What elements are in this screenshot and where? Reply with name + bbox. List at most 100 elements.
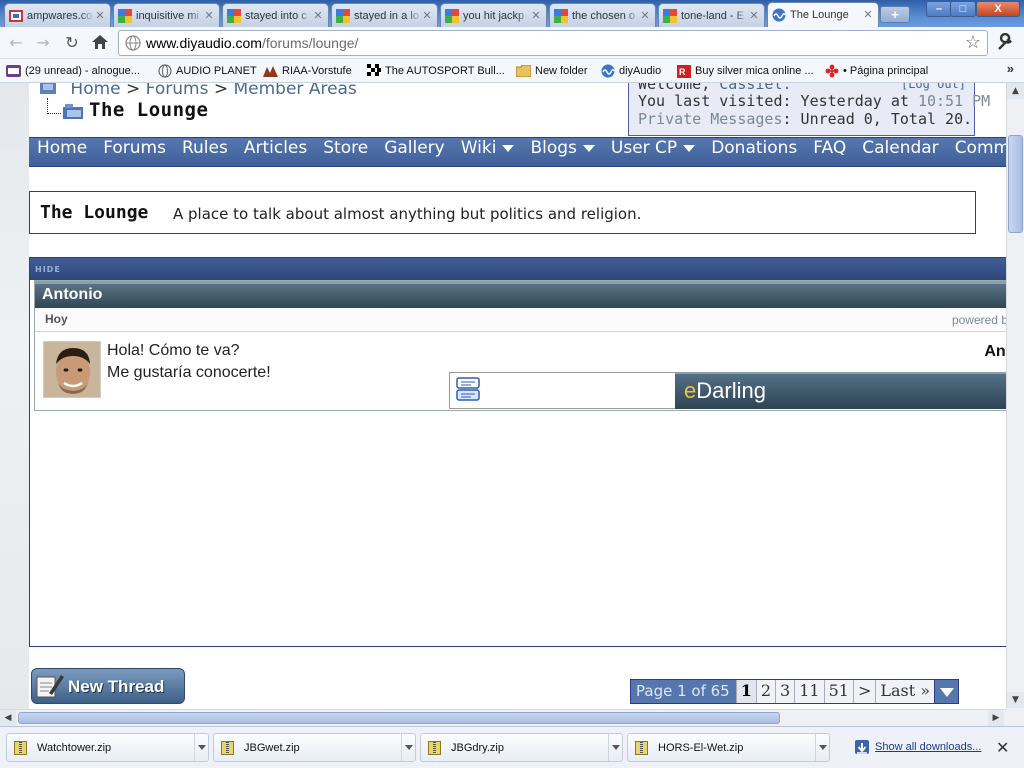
forward-arrow-icon[interactable]: → xyxy=(33,33,53,53)
horizontal-scroll-thumb[interactable] xyxy=(18,712,780,724)
edarling-banner[interactable]: eDarling xyxy=(675,372,1006,409)
download-item[interactable]: Watchtower.zip xyxy=(6,733,209,762)
close-tab-icon[interactable]: ✕ xyxy=(530,10,542,22)
bookmark-mail[interactable]: (29 unread) - alnogue... xyxy=(6,63,140,79)
page-link-1[interactable]: 1 xyxy=(735,680,756,703)
globe-icon xyxy=(157,64,172,78)
tab-tone-land[interactable]: tone-land - E ✕ xyxy=(658,3,765,27)
scroll-left-arrow-icon[interactable]: ◀ xyxy=(0,710,16,726)
tab-chosen[interactable]: the chosen o ✕ xyxy=(549,3,656,27)
close-downloads-shelf-icon[interactable]: ✕ xyxy=(996,738,1009,757)
ad-hide-bar[interactable]: HIDE xyxy=(30,258,1006,280)
bookmark-diyaudio[interactable]: diyAudio xyxy=(600,63,661,79)
page-link-3[interactable]: 3 xyxy=(775,680,795,703)
page-link-11[interactable]: 11 xyxy=(794,680,824,703)
bookmark-star-icon[interactable]: ☆ xyxy=(965,32,981,53)
next-page-link[interactable]: > xyxy=(852,680,876,703)
scroll-up-arrow-icon[interactable]: ▲ xyxy=(1007,83,1024,99)
nav-faq[interactable]: FAQ xyxy=(805,138,854,166)
bookmark-silver-mica[interactable]: R Buy silver mica online ... xyxy=(676,63,814,79)
nav-forums[interactable]: Forums xyxy=(95,138,174,166)
nav-community[interactable]: Commun xyxy=(947,138,1006,166)
tab-title: The Lounge xyxy=(790,9,849,21)
close-tab-icon[interactable]: ✕ xyxy=(862,9,874,21)
nav-user-cp[interactable]: User CP xyxy=(603,138,703,166)
close-tab-icon[interactable]: ✕ xyxy=(748,10,760,22)
new-thread-button[interactable]: New Thread xyxy=(31,668,185,704)
nav-articles[interactable]: Articles xyxy=(236,138,315,166)
chat-ad-widget[interactable]: Antonio Hoy powered b Hola! Cómo te va? … xyxy=(34,280,1006,411)
close-tab-icon[interactable]: ✕ xyxy=(421,10,433,22)
download-item[interactable]: JBGdry.zip xyxy=(420,733,623,762)
download-item[interactable]: HORS-El-Wet.zip xyxy=(627,733,830,762)
chat-reply-input[interactable] xyxy=(449,372,676,409)
mail-icon xyxy=(6,64,21,78)
url-host: www.diyaudio.com xyxy=(146,35,262,51)
page-jump-dropdown-icon[interactable] xyxy=(934,680,959,703)
back-arrow-icon[interactable]: ← xyxy=(6,33,26,53)
bookmark-pagina-principal[interactable]: • Página principal xyxy=(824,63,928,79)
breadcrumb-member-areas[interactable]: Member Areas xyxy=(234,83,357,99)
bookmark-riaa[interactable]: RIAA-Vorstufe xyxy=(263,63,352,79)
breadcrumb-separator: > xyxy=(213,83,229,99)
nav-store[interactable]: Store xyxy=(315,138,376,166)
chat-message: Me gustaría conocerte! xyxy=(107,364,271,381)
bookmark-new-folder[interactable]: New folder xyxy=(516,63,588,79)
show-all-downloads-link[interactable]: Show all downloads... xyxy=(875,741,981,753)
download-item[interactable]: JBGwet.zip xyxy=(213,733,416,762)
bookmark-audio-planet[interactable]: AUDIO PLANET xyxy=(157,63,257,79)
download-menu-chevron-icon[interactable] xyxy=(815,734,829,761)
forum-description: A place to talk about almost anything bu… xyxy=(173,205,642,223)
reload-icon[interactable]: ↻ xyxy=(62,33,82,53)
wrench-menu-icon[interactable] xyxy=(994,32,1016,53)
bookmark-autosport[interactable]: The AUTOSPORT Bull... xyxy=(366,63,505,79)
logout-link[interactable]: [Log Out] xyxy=(901,83,966,91)
nav-calendar[interactable]: Calendar xyxy=(854,138,946,166)
close-tab-icon[interactable]: ✕ xyxy=(203,10,215,22)
bookmark-label: AUDIO PLANET xyxy=(176,65,257,77)
forum-description-box: The Lounge A place to talk about almost … xyxy=(29,191,976,234)
tab-ampwares[interactable]: ampwares.co ✕ xyxy=(4,3,111,27)
close-window-button[interactable]: X xyxy=(976,1,1020,17)
new-tab-button[interactable]: + xyxy=(880,6,910,23)
chat-subheader: Hoy powered b xyxy=(35,308,1006,332)
nav-donations[interactable]: Donations xyxy=(703,138,805,166)
download-menu-chevron-icon[interactable] xyxy=(401,734,415,761)
nav-wiki[interactable]: Wiki xyxy=(453,138,523,166)
ad-hide-label[interactable]: HIDE xyxy=(35,265,61,274)
nav-blogs[interactable]: Blogs xyxy=(522,138,602,166)
edarling-logo-e: e xyxy=(684,378,697,403)
nav-gallery[interactable]: Gallery xyxy=(376,138,453,166)
nav-rules[interactable]: Rules xyxy=(174,138,236,166)
bookmarks-overflow-chevron[interactable]: » xyxy=(1007,61,1014,76)
vertical-scrollbar[interactable]: ▲ ▼ xyxy=(1006,83,1024,709)
close-tab-icon[interactable]: ✕ xyxy=(639,10,651,22)
breadcrumb-forums[interactable]: Forums xyxy=(146,83,209,99)
nav-home[interactable]: Home xyxy=(29,138,95,166)
tab-jackpot[interactable]: you hit jackp ✕ xyxy=(440,3,547,27)
home-icon[interactable] xyxy=(90,33,110,53)
private-messages-link[interactable]: Private Messages xyxy=(638,110,783,128)
download-menu-chevron-icon[interactable] xyxy=(194,734,208,761)
page-link-2[interactable]: 2 xyxy=(755,680,776,703)
address-bar[interactable]: www.diyaudio.com/forums/lounge/ ☆ xyxy=(118,30,988,56)
tab-inquisitive[interactable]: inquisitive mi ✕ xyxy=(113,3,220,27)
download-menu-chevron-icon[interactable] xyxy=(608,734,622,761)
horizontal-scrollbar[interactable]: ◀ ▶ xyxy=(0,709,1006,726)
tab-the-lounge[interactable]: The Lounge ✕ xyxy=(767,2,879,27)
scroll-right-arrow-icon[interactable]: ▶ xyxy=(988,710,1004,726)
maximize-button[interactable]: □ xyxy=(950,1,976,17)
chat-day: Hoy xyxy=(45,312,68,326)
breadcrumb-home[interactable]: Home xyxy=(70,83,120,99)
minimize-button[interactable]: – xyxy=(926,1,952,17)
vertical-scroll-thumb[interactable] xyxy=(1008,135,1023,233)
last-page-link[interactable]: Last » xyxy=(875,680,935,703)
zip-file-icon xyxy=(221,741,234,755)
tab-stayed-in[interactable]: stayed in a lo ✕ xyxy=(331,3,438,27)
close-tab-icon[interactable]: ✕ xyxy=(94,10,106,22)
close-tab-icon[interactable]: ✕ xyxy=(312,10,324,22)
tab-title: tone-land - E xyxy=(681,9,744,22)
page-link-51[interactable]: 51 xyxy=(823,680,853,703)
tab-stayed-into[interactable]: stayed into c ✕ xyxy=(222,3,329,27)
scroll-down-arrow-icon[interactable]: ▼ xyxy=(1007,692,1024,708)
